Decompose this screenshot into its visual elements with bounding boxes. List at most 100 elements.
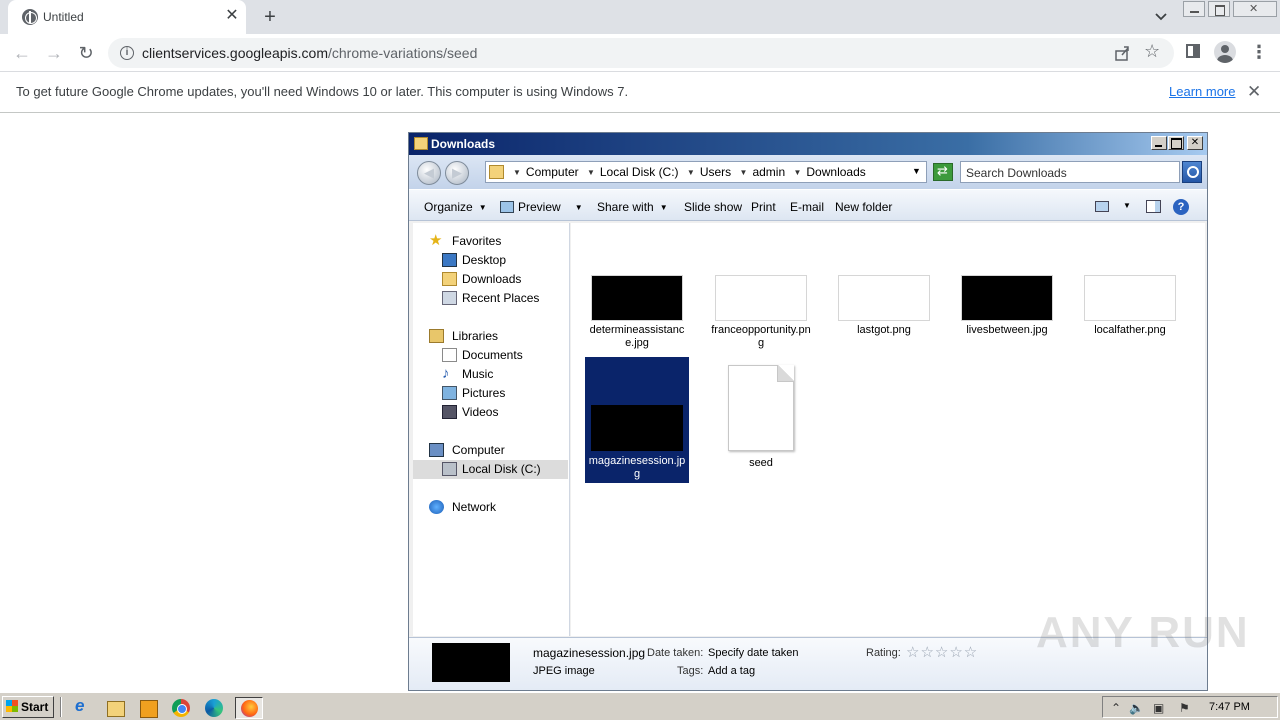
profile-avatar-icon[interactable] xyxy=(1214,41,1236,63)
folder-icon xyxy=(414,137,428,150)
file-item[interactable]: localfather.png xyxy=(1078,275,1182,337)
close-window-button[interactable] xyxy=(1233,1,1277,17)
firefox-icon[interactable] xyxy=(235,697,263,719)
tab-close-icon[interactable]: ✕ xyxy=(224,8,240,24)
recent-places-icon xyxy=(442,291,457,305)
explorer-maximize-button[interactable] xyxy=(1168,136,1184,150)
tags-value[interactable]: Add a tag xyxy=(708,665,755,677)
change-view-icon[interactable] xyxy=(1095,201,1109,212)
nav-desktop[interactable]: Desktop xyxy=(413,251,568,270)
minimize-button[interactable] xyxy=(1183,1,1205,17)
file-item[interactable]: livesbetween.jpg xyxy=(955,275,1059,337)
nav-music[interactable]: ♪ Music xyxy=(413,365,568,384)
edge-icon[interactable] xyxy=(202,697,226,719)
forward-arrow-icon[interactable]: → xyxy=(44,43,64,63)
file-item[interactable]: lastgot.png xyxy=(832,275,936,337)
globe-icon xyxy=(22,9,38,25)
image-thumbnail xyxy=(838,275,930,321)
rating-stars[interactable]: ☆☆☆☆☆ xyxy=(906,643,978,661)
email-button[interactable]: E-mail xyxy=(790,200,824,214)
preview-button[interactable]: Preview ▼ xyxy=(500,200,583,214)
nav-downloads[interactable]: Downloads xyxy=(413,270,568,289)
media-player-icon[interactable] xyxy=(136,697,160,719)
breadcrumb-computer[interactable]: Computer xyxy=(526,165,579,179)
site-info-icon[interactable]: i xyxy=(120,46,134,60)
show-hidden-icons-icon[interactable]: ⌃ xyxy=(1111,701,1121,715)
date-taken-label: Date taken: xyxy=(647,647,704,659)
nav-local-disk[interactable]: Local Disk (C:) xyxy=(413,460,568,479)
chevron-down-icon[interactable]: ▼ xyxy=(575,203,583,212)
search-icon[interactable] xyxy=(1182,161,1202,183)
share-icon[interactable] xyxy=(1114,45,1130,61)
image-thumbnail xyxy=(961,275,1053,321)
breadcrumb-bar[interactable]: ▼ Computer ▼ Local Disk (C:) ▼ Users ▼ admin… xyxy=(485,161,927,183)
share-with-button[interactable]: Share with ▼ xyxy=(597,200,668,214)
file-item[interactable]: seed xyxy=(709,363,813,470)
chevron-down-icon[interactable]: ▼ xyxy=(587,168,595,177)
back-arrow-icon[interactable]: ← xyxy=(12,43,32,63)
action-center-flag-icon[interactable]: ⚑ xyxy=(1179,701,1190,715)
rating-label: Rating: xyxy=(866,647,901,659)
explorer-close-button[interactable]: ✕ xyxy=(1187,136,1203,150)
preview-pane-icon[interactable] xyxy=(1146,200,1161,213)
chrome-icon[interactable] xyxy=(169,697,193,719)
start-button[interactable]: Start xyxy=(2,696,54,718)
clock[interactable]: 7:47 PM xyxy=(1209,701,1250,713)
file-item[interactable]: determineassistance.jpg xyxy=(585,275,689,350)
breadcrumb-local-disk[interactable]: Local Disk (C:) xyxy=(600,165,679,179)
new-tab-button[interactable]: + xyxy=(260,6,280,28)
bookmark-star-icon[interactable]: ☆ xyxy=(1144,41,1160,62)
breadcrumb-users[interactable]: Users xyxy=(700,165,731,179)
image-thumbnail xyxy=(1084,275,1176,321)
slide-show-button[interactable]: Slide show xyxy=(684,200,742,214)
details-thumbnail xyxy=(432,643,510,682)
network-tray-icon[interactable]: ▣ xyxy=(1153,701,1164,715)
internet-explorer-icon[interactable] xyxy=(70,696,94,719)
nav-recent-places[interactable]: Recent Places xyxy=(413,289,568,308)
reload-icon[interactable]: ↻ xyxy=(76,43,96,63)
browser-tab[interactable]: Untitled ✕ xyxy=(8,0,246,34)
infobar-close-icon[interactable]: ✕ xyxy=(1247,82,1261,102)
date-taken-value[interactable]: Specify date taken xyxy=(708,647,799,659)
chevron-down-icon[interactable]: ▼ xyxy=(513,168,521,177)
chevron-down-icon[interactable]: ▼ xyxy=(740,168,748,177)
breadcrumb-downloads[interactable]: Downloads xyxy=(806,165,865,179)
file-explorer-icon[interactable] xyxy=(103,697,127,719)
learn-more-link[interactable]: Learn more xyxy=(1169,84,1235,99)
back-button[interactable]: ◀ xyxy=(417,161,441,185)
side-panel-icon[interactable] xyxy=(1186,44,1200,58)
print-button[interactable]: Print xyxy=(751,200,776,214)
chevron-down-icon[interactable]: ▼ xyxy=(1123,201,1131,210)
file-name: livesbetween.jpg xyxy=(966,324,1048,336)
more-menu-icon[interactable]: ⋮ xyxy=(1250,42,1268,62)
chevron-down-icon[interactable]: ▼ xyxy=(793,168,801,177)
address-bar[interactable]: i clientservices.googleapis.com/chrome-v… xyxy=(108,38,1174,68)
chevron-down-icon[interactable]: ▼ xyxy=(687,168,695,177)
file-item-selected[interactable]: magazinesession.jpg xyxy=(585,357,689,483)
nav-videos[interactable]: Videos xyxy=(413,403,568,422)
address-dropdown-icon[interactable]: ▼ xyxy=(912,166,921,176)
tab-search-chevron-icon[interactable] xyxy=(1152,8,1170,26)
file-item[interactable]: franceopportunity.png xyxy=(709,275,813,350)
help-icon[interactable]: ? xyxy=(1173,199,1189,215)
explorer-titlebar[interactable]: Downloads ✕ xyxy=(409,133,1207,155)
maximize-button[interactable] xyxy=(1208,1,1230,17)
nav-pictures[interactable]: Pictures xyxy=(413,384,568,403)
organize-button[interactable]: Organize ▼ xyxy=(424,200,487,214)
new-folder-button[interactable]: New folder xyxy=(835,200,892,214)
nav-network[interactable]: Network xyxy=(413,498,568,517)
nav-favorites[interactable]: ★ Favorites xyxy=(413,232,568,251)
command-bar: Organize ▼ Preview ▼ Share with ▼ Slide sho… xyxy=(409,189,1207,221)
volume-icon[interactable]: 🔈 xyxy=(1129,701,1144,715)
refresh-icon[interactable] xyxy=(933,163,953,181)
url-text[interactable]: clientservices.googleapis.com/chrome-var… xyxy=(142,45,477,61)
search-input[interactable]: Search Downloads xyxy=(960,161,1180,183)
url-host: clientservices.googleapis.com xyxy=(142,45,328,61)
explorer-minimize-button[interactable] xyxy=(1151,136,1167,150)
file-name: franceopportunity.png xyxy=(711,324,811,349)
nav-computer[interactable]: Computer xyxy=(413,441,568,460)
forward-button[interactable]: ▶ xyxy=(445,161,469,185)
nav-libraries[interactable]: Libraries xyxy=(413,327,568,346)
nav-documents[interactable]: Documents xyxy=(413,346,568,365)
breadcrumb-admin[interactable]: admin xyxy=(752,165,785,179)
